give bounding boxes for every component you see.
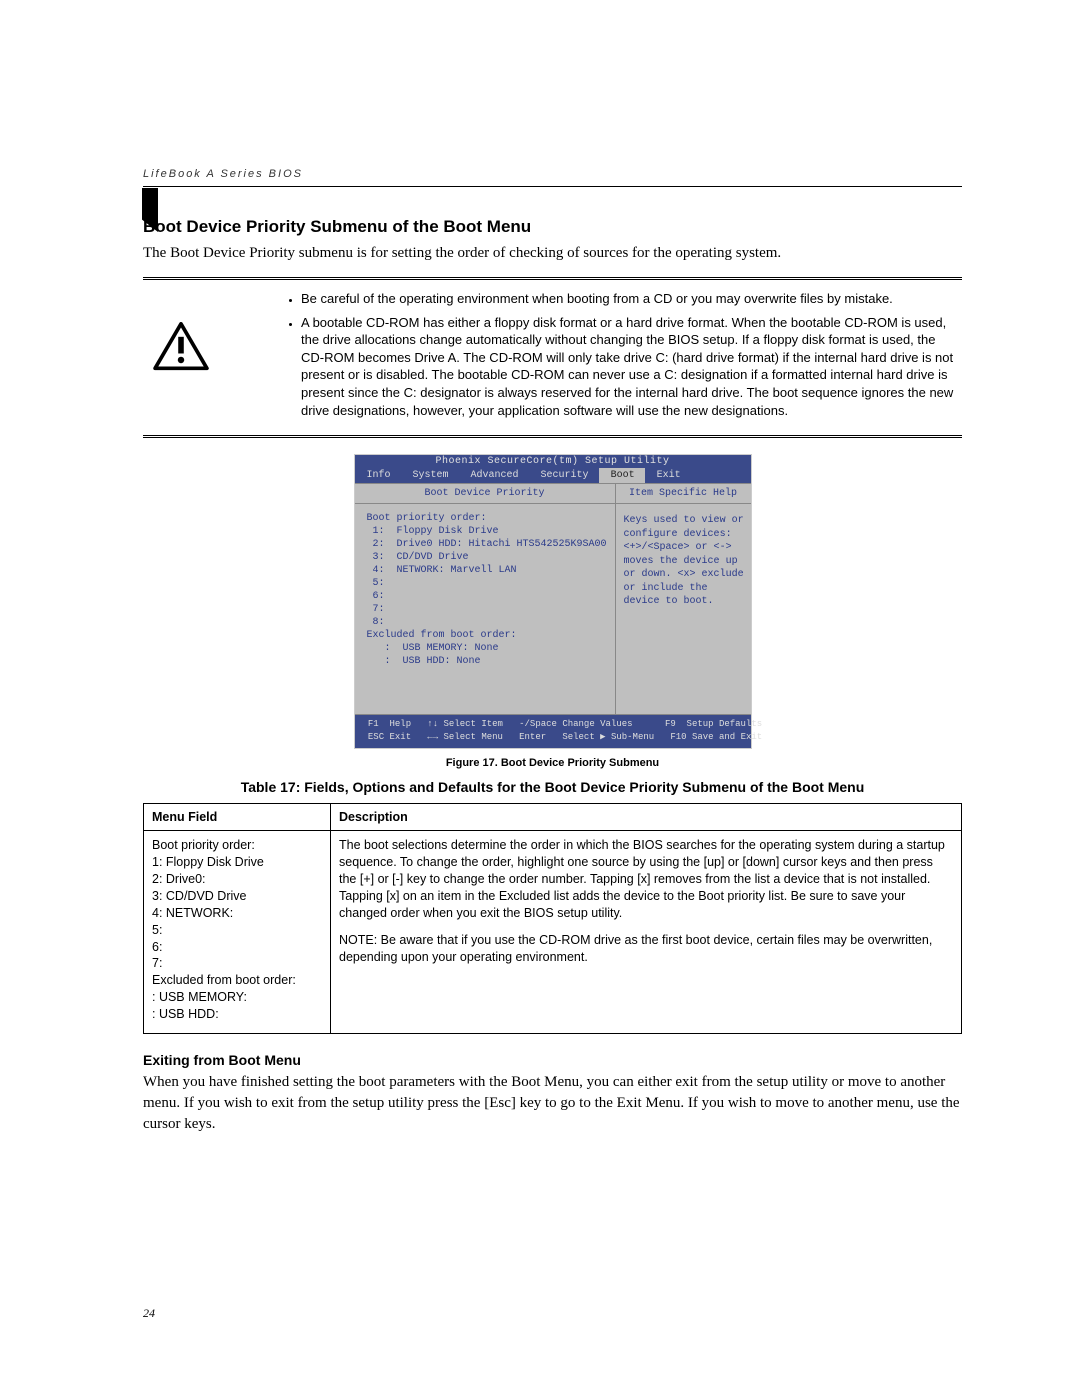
- bios-tab-security: Security: [529, 468, 599, 483]
- exiting-body: When you have finished setting the boot …: [143, 1072, 962, 1135]
- bios-left-content: Boot priority order: 1: Floppy Disk Driv…: [355, 504, 615, 676]
- rule-top: [143, 277, 962, 278]
- bios-left-panel: Boot Device Priority Boot priority order…: [355, 484, 616, 714]
- exiting-title: Exiting from Boot Menu: [143, 1052, 962, 1068]
- table-header-row: Menu Field Description: [144, 804, 962, 831]
- bios-right-panel: Item Specific Help Keys used to view or …: [616, 484, 751, 714]
- warning-text: Be careful of the operating environment …: [223, 290, 962, 425]
- rule-bot: [143, 435, 962, 436]
- bios-title: Phoenix SecureCore(tm) Setup Utility: [355, 455, 751, 468]
- bios-tab-boot: Boot: [599, 468, 645, 483]
- rule-top2: [143, 279, 962, 280]
- td-menu-field: Boot priority order: 1: Floppy Disk Driv…: [144, 831, 331, 1034]
- td-description: The boot selections determine the order …: [331, 831, 962, 1034]
- bios-body: Boot Device Priority Boot priority order…: [355, 483, 751, 715]
- fields-table: Menu Field Description Boot priority ord…: [143, 803, 962, 1034]
- section-title: Boot Device Priority Submenu of the Boot…: [143, 217, 962, 237]
- th-menu-field: Menu Field: [144, 804, 331, 831]
- bios-tab-info: Info: [355, 468, 401, 483]
- header-rule: [143, 186, 962, 187]
- page-number: 24: [143, 1306, 155, 1321]
- warning-block: Be careful of the operating environment …: [153, 290, 962, 425]
- table-title: Table 17: Fields, Options and Defaults f…: [143, 779, 962, 795]
- page: LifeBook A Series BIOS Boot Device Prior…: [0, 0, 1080, 1397]
- rule-bot2: [143, 437, 962, 438]
- bios-screenshot: Phoenix SecureCore(tm) Setup Utility Inf…: [354, 454, 752, 749]
- running-header: LifeBook A Series BIOS: [143, 168, 962, 180]
- bios-help-text: Keys used to view or configure devices: …: [616, 504, 751, 617]
- warning-icon: [153, 322, 209, 377]
- warning-bullet-1: Be careful of the operating environment …: [301, 290, 962, 308]
- warning-bullet-2: A bootable CD-ROM has either a floppy di…: [301, 314, 962, 419]
- bios-tab-system: System: [401, 468, 459, 483]
- figure-caption: Figure 17. Boot Device Priority Submenu: [143, 757, 962, 769]
- bios-right-title: Item Specific Help: [616, 484, 751, 504]
- section-intro: The Boot Device Priority submenu is for …: [143, 243, 962, 263]
- bios-left-title: Boot Device Priority: [355, 484, 615, 504]
- bios-tab-exit: Exit: [645, 468, 691, 483]
- th-description: Description: [331, 804, 962, 831]
- bios-tabs: Info System Advanced Security Boot Exit: [355, 468, 751, 483]
- table-row: Boot priority order: 1: Floppy Disk Driv…: [144, 831, 962, 1034]
- description-main: The boot selections determine the order …: [339, 837, 953, 921]
- bios-footer: F1 Help ↑↓ Select Item -/Space Change Va…: [355, 715, 751, 748]
- bios-tab-advanced: Advanced: [459, 468, 529, 483]
- description-note: NOTE: Be aware that if you use the CD-RO…: [339, 932, 953, 966]
